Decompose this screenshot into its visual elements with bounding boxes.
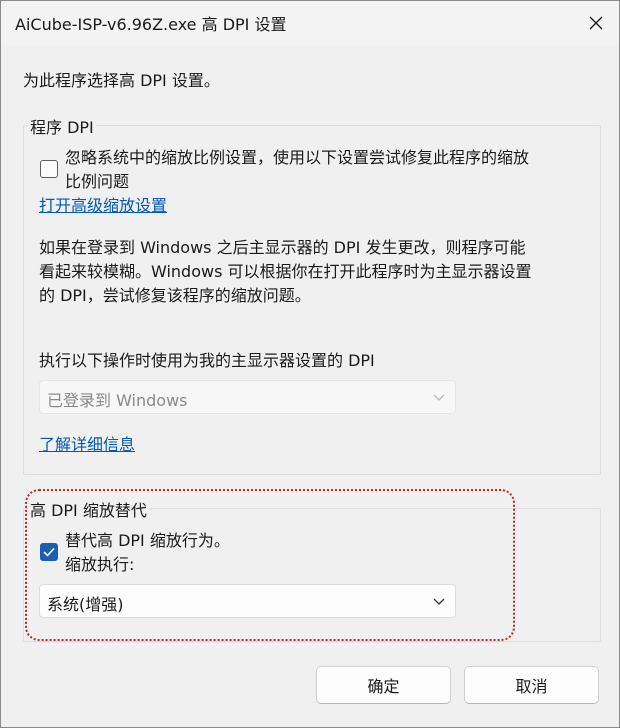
description-line3: 的 DPI，尝试修复该程序的缩放问题。	[39, 286, 311, 305]
learn-more-link[interactable]: 了解详细信息	[39, 433, 135, 457]
window-title: AiCube-ISP-v6.96Z.exe 高 DPI 设置	[15, 15, 287, 34]
cancel-button[interactable]: 取消	[464, 666, 599, 704]
close-button[interactable]	[573, 1, 619, 45]
override-scaling-label-line2: 比例问题	[65, 172, 130, 191]
highlight-annotation	[25, 489, 515, 641]
override-scaling-label-line1: 忽略系统中的缩放比例设置，使用以下设置尝试修复此程序的缩放	[65, 148, 530, 167]
chevron-down-icon	[433, 394, 445, 401]
program-dpi-group-label: 程序 DPI	[28, 114, 96, 138]
description-line2: 看起来较模糊。Windows 可以根据你在打开此程序时为主显示器设置	[39, 262, 532, 281]
use-dpi-select: 已登录到 Windows	[39, 380, 456, 414]
use-dpi-select-value: 已登录到 Windows	[47, 391, 188, 410]
dpi-settings-dialog: AiCube-ISP-v6.96Z.exe 高 DPI 设置 为此程序选择高 D…	[0, 0, 620, 728]
ok-button[interactable]: 确定	[316, 666, 451, 704]
title-bar: AiCube-ISP-v6.96Z.exe 高 DPI 设置	[1, 1, 619, 45]
use-dpi-label: 执行以下操作时使用为我的主显示器设置的 DPI	[39, 351, 375, 370]
override-scaling-checkbox[interactable]	[40, 160, 58, 178]
intro-text: 为此程序选择高 DPI 设置。	[23, 71, 220, 90]
description-line1: 如果在登录到 Windows 之后主显示器的 DPI 发生更改，则程序可能	[39, 238, 526, 257]
advanced-scaling-link[interactable]: 打开高级缩放设置	[39, 194, 167, 218]
close-icon	[589, 16, 603, 30]
